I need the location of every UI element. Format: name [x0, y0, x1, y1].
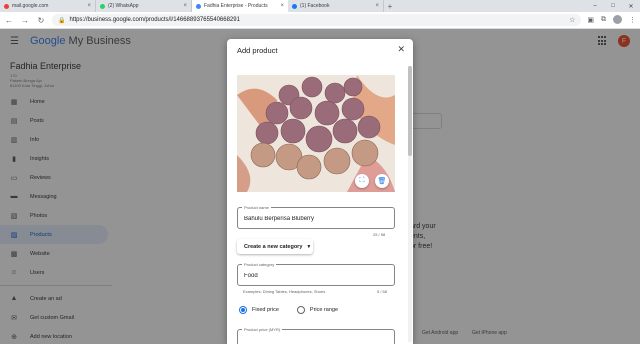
product-photo-image [237, 75, 395, 192]
browser-tab[interactable]: (2) WhatsApp × [96, 0, 192, 12]
crop-icon[interactable]: ⛶ [355, 174, 369, 188]
caret-down-icon: ▼ [306, 243, 312, 250]
create-category-label: Create a new category [244, 243, 303, 250]
star-icon[interactable]: ☆ [569, 16, 575, 24]
url-text: https://business.google.com/products/l/1… [69, 17, 240, 23]
gmail-favicon-icon [4, 3, 9, 9]
tab-title: Fadhia Enterprise - Products [204, 3, 268, 9]
maximize-icon[interactable]: □ [604, 0, 622, 12]
lock-icon: 🔒 [58, 17, 66, 24]
window-controls: – □ ✕ [586, 0, 640, 12]
product-category-field[interactable]: Product category [237, 262, 395, 286]
close-icon[interactable]: ✕ [397, 44, 405, 55]
toolbar-icons: ▣ ⧉ ⋮ [587, 14, 636, 26]
back-icon[interactable]: ← [4, 15, 14, 25]
browser-tab-strip: mail.google.com × (2) WhatsApp × Fadhia … [0, 0, 640, 12]
product-photo [237, 75, 395, 192]
browser-tab[interactable]: mail.google.com × [0, 0, 96, 12]
browser-tab[interactable]: (1) Facebook × [288, 0, 384, 12]
dialog-body: ⛶ 🗑 Product name 25 / 58 Create a new ca… [227, 64, 413, 344]
product-name-label: Product name [242, 205, 271, 210]
profile-icon[interactable] [613, 14, 622, 26]
facebook-favicon-icon [292, 3, 297, 9]
close-tab-icon[interactable]: × [280, 3, 284, 9]
dialog-title: Add product [237, 46, 278, 55]
minimize-icon[interactable]: – [586, 0, 604, 12]
add-product-dialog: Add product ✕ ⛶ 🗑 Product name Bahulu Be… [227, 39, 413, 344]
close-tab-icon[interactable]: × [375, 3, 379, 9]
product-name-field[interactable]: Product name [237, 205, 395, 229]
product-category-counter: 5 / 58 [377, 289, 388, 294]
tab-title: (1) Facebook [300, 3, 330, 9]
create-category-button[interactable]: Create a new category ▼ [237, 239, 313, 254]
close-tab-icon[interactable]: × [87, 3, 91, 9]
product-price-field[interactable]: Product price (MYR) [237, 327, 395, 344]
price-type-radio-group: Fixed price Price range [239, 306, 338, 314]
address-bar[interactable]: 🔒 https://business.google.com/products/l… [52, 14, 582, 26]
tab-title: mail.google.com [12, 3, 49, 9]
delete-icon[interactable]: 🗑 [375, 174, 389, 188]
tab-title: (2) WhatsApp [108, 3, 139, 9]
radio-selected-icon [239, 306, 247, 314]
product-price-label: Product price (MYR) [242, 327, 283, 332]
product-category-label: Product category [242, 262, 277, 267]
close-window-icon[interactable]: ✕ [622, 0, 640, 12]
collections-icon[interactable]: ⧉ [601, 16, 606, 24]
whatsapp-favicon-icon [100, 3, 105, 9]
reload-icon[interactable]: ↻ [36, 15, 46, 25]
product-category-helper: Examples: Dining Tables, Headphones, Sho… [243, 289, 326, 294]
radio-unselected-icon [296, 306, 305, 314]
forward-icon[interactable]: → [20, 15, 30, 25]
google-business-favicon-icon [196, 3, 201, 9]
price-range-label: Price range [309, 307, 339, 313]
close-tab-icon[interactable]: × [183, 3, 187, 9]
fixed-price-label: Fixed price [252, 307, 279, 313]
product-category-input[interactable] [244, 273, 384, 279]
extension-icon[interactable]: ▣ [587, 16, 594, 24]
new-tab-button[interactable]: + [384, 0, 396, 12]
more-menu-icon[interactable]: ⋮ [629, 16, 636, 24]
browser-toolbar: ← → ↻ 🔒 https://business.google.com/prod… [0, 12, 640, 29]
price-range-radio[interactable]: Price range [296, 306, 339, 314]
product-name-counter: 25 / 58 [373, 232, 386, 237]
fixed-price-radio[interactable]: Fixed price [239, 306, 279, 314]
product-name-input[interactable] [244, 216, 384, 222]
browser-tab-active[interactable]: Fadhia Enterprise - Products × [192, 0, 288, 12]
